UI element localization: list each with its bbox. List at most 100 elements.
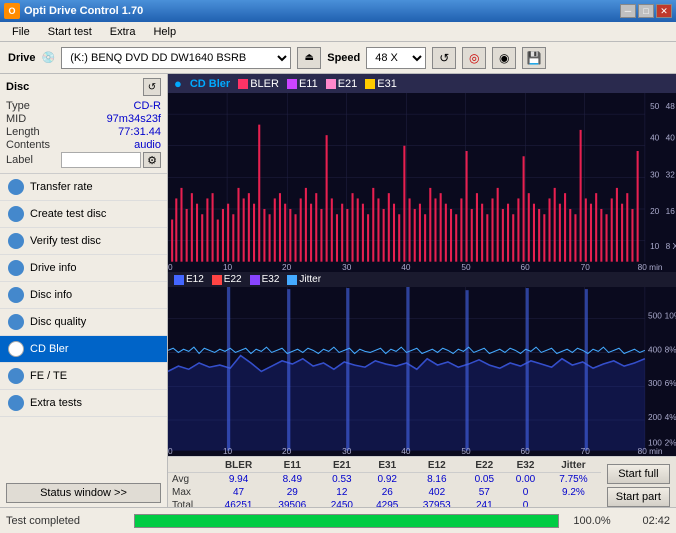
svg-text:4%: 4%: [665, 412, 676, 422]
stats-buttons: Start full Start part: [601, 459, 676, 507]
svg-text:70: 70: [581, 446, 591, 456]
chart2-header: E12 E22 E32 Jitter: [168, 272, 676, 287]
row-total-e21: 2450: [319, 499, 364, 507]
svg-text:8 X: 8 X: [666, 241, 676, 251]
nav-label-quality: Disc quality: [30, 316, 86, 328]
nav-transfer-rate[interactable]: Transfer rate: [0, 174, 167, 201]
svg-text:50: 50: [461, 446, 471, 456]
legend-e11: E11: [287, 78, 318, 90]
nav-verify-test-disc[interactable]: Verify test disc: [0, 228, 167, 255]
disc-mid-label: MID: [6, 113, 26, 125]
menu-help[interactable]: Help: [145, 24, 184, 40]
speed-select[interactable]: 48 X: [366, 47, 426, 69]
disc-label-icon[interactable]: ⚙: [143, 152, 161, 168]
row-avg-e11: 8.49: [265, 473, 319, 487]
progress-bar-fill: [135, 515, 558, 527]
menu-file[interactable]: File: [4, 24, 38, 40]
row-total-e31: 4295: [365, 499, 410, 507]
nav-drive-info[interactable]: Drive info: [0, 255, 167, 282]
row-avg-e31: 0.92: [365, 473, 410, 487]
svg-text:40 X: 40 X: [666, 132, 676, 142]
legend2-jitter-label: Jitter: [299, 274, 321, 285]
svg-text:200: 200: [648, 412, 662, 422]
status-text: Test completed: [6, 515, 126, 527]
row-total-e12: 37953: [410, 499, 464, 507]
row-total-e11: 39506: [265, 499, 319, 507]
nav-label-verify: Verify test disc: [30, 235, 101, 247]
chart1-svg: 50 40 30 20 10 48 X 40 X 32 X 16 X 8 X 0…: [168, 93, 676, 272]
svg-text:20: 20: [282, 262, 292, 272]
disc-length-label: Length: [6, 126, 40, 138]
status-bar: Test completed 100.0% 02:42: [0, 507, 676, 533]
nav-label-create: Create test disc: [30, 208, 106, 220]
svg-text:0: 0: [168, 446, 173, 456]
disc-label-input[interactable]: [61, 152, 141, 168]
maximize-button[interactable]: □: [638, 4, 654, 18]
disc-copy-button[interactable]: ◉: [492, 47, 516, 69]
disc-section: Disc ↺ Type CD-R MID 97m34s23f Length 77…: [0, 74, 167, 174]
row-total-jitter: [546, 499, 601, 507]
col-header-bler: BLER: [212, 459, 266, 473]
status-window-button[interactable]: Status window >>: [6, 483, 161, 503]
start-full-button[interactable]: Start full: [607, 464, 670, 484]
row-max-jitter: 9.2%: [546, 486, 601, 499]
drive-select[interactable]: (K:) BENQ DVD DD DW1640 BSRB: [61, 47, 291, 69]
nav-disc-info[interactable]: Disc info: [0, 282, 167, 309]
save-button[interactable]: 💾: [522, 47, 546, 69]
legend-bler-label: BLER: [250, 78, 279, 90]
erase-button[interactable]: ◎: [462, 47, 486, 69]
nav-icon-bler: [8, 341, 24, 357]
col-header-e12: E12: [410, 459, 464, 473]
close-button[interactable]: ✕: [656, 4, 672, 18]
nav-extra-tests[interactable]: Extra tests: [0, 390, 167, 417]
speed-label: Speed: [327, 52, 360, 64]
legend-e21-label: E21: [338, 78, 358, 90]
stats-table-container: BLER E11 E21 E31 E12 E22 E32 Jitter Avg: [168, 459, 601, 507]
svg-text:10: 10: [650, 241, 660, 251]
minimize-button[interactable]: ─: [620, 4, 636, 18]
menu-start-test[interactable]: Start test: [40, 24, 100, 40]
progress-bar-container: [134, 514, 559, 528]
disc-mid-value: 97m34s23f: [107, 113, 161, 125]
menu-extra[interactable]: Extra: [102, 24, 144, 40]
svg-text:10: 10: [223, 446, 233, 456]
disc-refresh-button[interactable]: ↺: [143, 78, 161, 96]
row-avg-e21: 0.53: [319, 473, 364, 487]
nav-create-test-disc[interactable]: Create test disc: [0, 201, 167, 228]
legend-e21: E21: [326, 78, 358, 90]
start-part-button[interactable]: Start part: [607, 487, 670, 507]
svg-text:70: 70: [581, 262, 591, 272]
app-icon: O: [4, 3, 20, 19]
row-avg-e12: 8.16: [410, 473, 464, 487]
disc-title: Disc: [6, 81, 29, 93]
legend-bler: BLER: [238, 78, 279, 90]
nav-disc-quality[interactable]: Disc quality: [0, 309, 167, 336]
app-title: Opti Drive Control 1.70: [24, 5, 143, 17]
svg-text:500: 500: [648, 311, 662, 321]
eject-button[interactable]: ⏏: [297, 47, 321, 69]
col-header-empty: [168, 459, 212, 473]
stats-row-max: Max 47 29 12 26 402 57 0 9.2%: [168, 486, 601, 499]
svg-text:40: 40: [401, 262, 411, 272]
nav-label-fete: FE / TE: [30, 370, 67, 382]
nav-icon-quality: [8, 314, 24, 330]
legend2-e32-label: E32: [262, 274, 280, 285]
nav-fe-te[interactable]: FE / TE: [0, 363, 167, 390]
svg-text:30: 30: [650, 169, 660, 179]
chart-title: CD Bler: [190, 78, 230, 90]
nav-cd-bler[interactable]: CD Bler: [0, 336, 167, 363]
menu-bar: File Start test Extra Help: [0, 22, 676, 42]
disc-label-label: Label: [6, 154, 33, 166]
svg-text:50: 50: [461, 262, 471, 272]
svg-text:20: 20: [282, 446, 292, 456]
svg-text:16 X: 16 X: [666, 206, 676, 216]
col-header-e11: E11: [265, 459, 319, 473]
stats-row-total: Total 46251 39506 2450 4295 37953 241 0: [168, 499, 601, 507]
legend2-e32: E32: [250, 274, 280, 285]
disc-contents-label: Contents: [6, 139, 50, 151]
svg-text:80 min: 80 min: [638, 446, 663, 456]
svg-text:8%: 8%: [665, 345, 676, 355]
refresh-drive-button[interactable]: ↺: [432, 47, 456, 69]
progress-percent: 100.0%: [567, 515, 617, 527]
svg-text:400: 400: [648, 345, 662, 355]
